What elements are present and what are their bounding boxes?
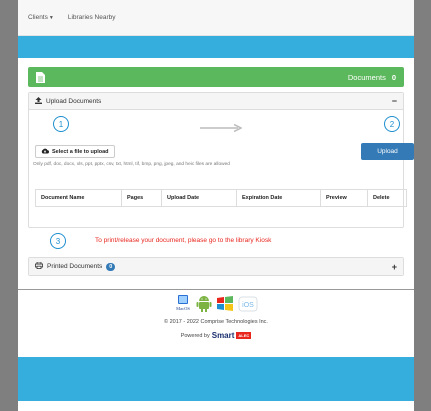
ios-icon: iOS: [238, 296, 258, 317]
macos-icon: MacOS: [174, 294, 192, 317]
footer: MacOS iOS © 2017 - 2022 Comprise Technol…: [18, 295, 414, 340]
column-header: Upload Date: [161, 189, 237, 207]
platform-icons: MacOS iOS: [18, 295, 414, 317]
footer-divider: [18, 289, 414, 290]
footer-band: [18, 357, 414, 401]
android-icon: [196, 294, 212, 317]
printed-count-badge: 0: [106, 262, 116, 271]
upload-icon: [35, 96, 42, 106]
expand-toggle[interactable]: +: [392, 262, 397, 272]
documents-bar: Documents 0: [28, 67, 404, 87]
documents-count: 0: [391, 72, 396, 82]
documents-table: Document Name Pages Upload Date Expirati…: [35, 189, 407, 207]
column-header: Preview: [320, 189, 368, 207]
step-3-badge: 3: [50, 233, 66, 249]
printed-panel-title: Printed Documents: [47, 263, 103, 270]
alec-tag: ALEC: [236, 332, 252, 339]
header-band: [18, 36, 414, 58]
cloud-upload-icon: [41, 148, 50, 156]
print-message: To print/release your document, please g…: [95, 237, 272, 244]
select-file-button[interactable]: Select a file to upload: [35, 145, 115, 158]
upload-button[interactable]: Upload: [361, 143, 414, 160]
powered-by-label: Powered by: [180, 332, 210, 339]
top-nav: Clients▼ Libraries Nearby: [18, 0, 414, 36]
column-header: Delete: [367, 189, 407, 207]
powered-by: Powered by Smart ALEC: [18, 331, 414, 340]
print-instruction: 3 To print/release your document, please…: [28, 228, 404, 254]
collapse-toggle[interactable]: −: [392, 96, 397, 106]
app-frame: Clients▼ Libraries Nearby Documents 0 Up…: [18, 0, 414, 411]
step-2-badge: 2: [384, 116, 400, 132]
allowed-files-note: Only pdf, doc, docx, xls, ppt, pptx, csv…: [33, 162, 230, 167]
svg-text:iOS: iOS: [242, 302, 254, 309]
svg-text:MacOS: MacOS: [176, 306, 190, 311]
arrow-right-icon: [200, 119, 243, 137]
printed-documents-panel: Printed Documents 0 +: [28, 257, 404, 276]
windows-icon: [216, 296, 234, 317]
upload-panel-body: 1 2 Select a file to upload Upload Only …: [29, 110, 414, 227]
copyright-text: © 2017 - 2022 Comprise Technologies Inc.: [164, 319, 268, 325]
upload-panel-title: Upload Documents: [46, 97, 102, 105]
smart-brand-logo: Smart: [211, 331, 235, 340]
libraries-nearby-link[interactable]: Libraries Nearby: [68, 14, 116, 21]
printer-icon: [35, 261, 43, 271]
table-header-row: Document Name Pages Upload Date Expirati…: [35, 189, 407, 207]
clients-menu-label: Clients: [28, 14, 48, 21]
documents-label: Documents: [347, 72, 386, 82]
upload-panel-header[interactable]: Upload Documents −: [29, 93, 403, 110]
column-header: Expiration Date: [236, 189, 321, 207]
column-header: Document Name: [35, 189, 122, 207]
upload-panel: Upload Documents − 1 2 Select a file to …: [28, 92, 414, 228]
printed-panel-header[interactable]: Printed Documents 0 +: [29, 258, 403, 275]
chevron-down-icon: ▼: [48, 15, 54, 21]
file-icon: [36, 71, 45, 83]
select-file-label: Select a file to upload: [52, 148, 109, 155]
clients-menu[interactable]: Clients▼: [28, 14, 54, 21]
column-header: Pages: [121, 189, 162, 207]
step-1-badge: 1: [53, 116, 69, 132]
